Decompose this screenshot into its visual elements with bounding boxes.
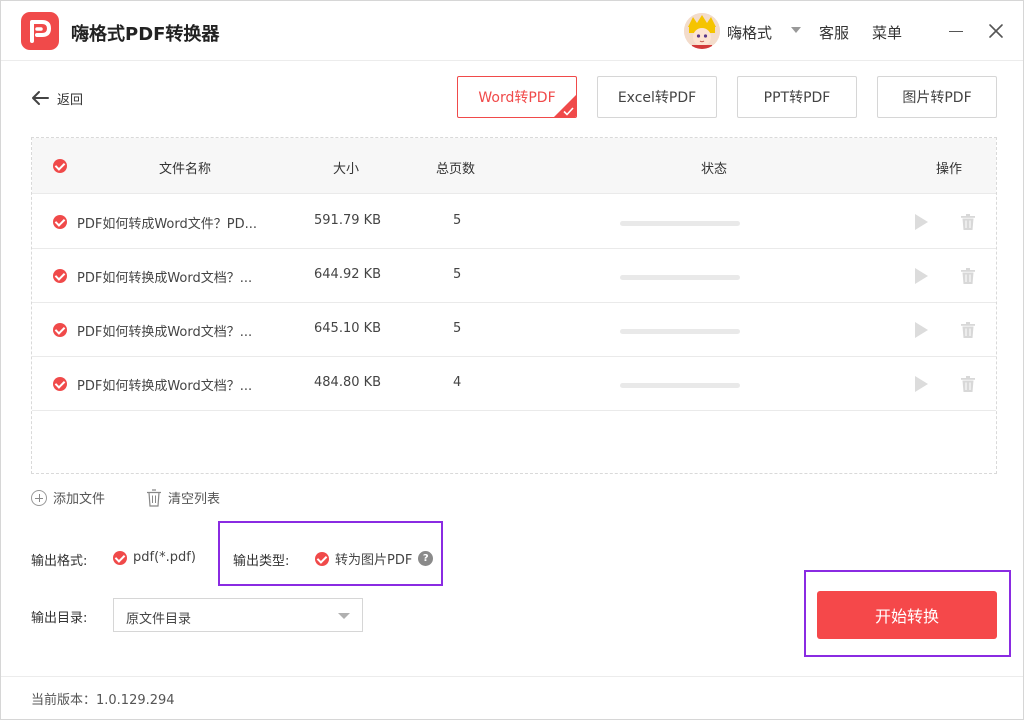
progress-bar [620, 275, 740, 280]
tab-label: PPT转PDF [763, 90, 831, 106]
progress-bar [620, 383, 740, 388]
output-dir-select[interactable]: 原文件目录 [113, 598, 363, 632]
check-icon [563, 107, 574, 116]
header-status: 状态 [701, 162, 728, 177]
table-row: PDF如何转成Word文件？PD... 591.79 KB 5 [32, 195, 996, 249]
plus-circle-icon [31, 489, 47, 506]
title-bar: 嗨格式PDF转换器 嗨格式 客服 菜单 [1, 1, 1023, 61]
clear-list-label: 清空列表 [168, 492, 221, 507]
username[interactable]: 嗨格式 [727, 22, 772, 43]
file-name: PDF如何转成Word文件？PD... [77, 217, 257, 232]
progress-bar [620, 221, 740, 226]
tab-image-to-pdf[interactable]: 图片转PDF [877, 76, 997, 118]
close-icon[interactable] [987, 22, 1005, 40]
output-type-label: 输出类型: [233, 554, 290, 569]
output-type-value: 转为图片PDF [335, 553, 413, 568]
trash-icon[interactable] [961, 322, 975, 338]
play-icon[interactable] [915, 214, 928, 230]
file-table: 文件名称 大小 总页数 状态 操作 PDF如何转成Word文件？PD... 59… [31, 137, 997, 474]
file-pages: 5 [453, 213, 462, 228]
file-size: 591.79 KB [314, 213, 382, 228]
row-checkbox[interactable] [53, 269, 67, 283]
radio-selected-icon [315, 551, 329, 566]
chevron-down-icon [338, 613, 350, 619]
user-avatar[interactable] [684, 13, 720, 49]
tab-label: Word转PDF [478, 90, 556, 106]
select-all-checkbox[interactable] [53, 159, 67, 173]
table-header: 文件名称 大小 总页数 状态 操作 [32, 138, 996, 194]
play-icon[interactable] [915, 322, 928, 338]
clear-list-button[interactable]: 清空列表 [146, 488, 220, 507]
tab-word-to-pdf[interactable]: Word转PDF [457, 76, 577, 118]
radio-selected-icon [113, 550, 127, 565]
arrow-left-icon [32, 91, 49, 105]
add-file-label: 添加文件 [53, 492, 106, 507]
row-checkbox[interactable] [53, 377, 67, 391]
output-format-label: 输出格式: [31, 554, 88, 569]
table-row: PDF如何转换成Word文档？... 484.80 KB 4 [32, 357, 996, 411]
help-icon[interactable]: ? [418, 551, 434, 566]
output-format-option[interactable]: pdf(*.pdf) [113, 550, 196, 565]
file-size: 484.80 KB [314, 375, 382, 390]
customer-service-link[interactable]: 客服 [819, 22, 849, 43]
app-logo-icon [21, 12, 59, 50]
file-name: PDF如何转换成Word文档？... [77, 325, 253, 340]
file-size: 645.10 KB [314, 321, 382, 336]
trash-icon[interactable] [961, 214, 975, 230]
footer: 当前版本：1.0.129.294 [1, 676, 1023, 719]
tab-label: 图片转PDF [902, 90, 972, 106]
row-checkbox[interactable] [53, 323, 67, 337]
back-label: 返回 [57, 92, 84, 108]
menu-link[interactable]: 菜单 [872, 22, 902, 43]
chevron-down-icon[interactable] [791, 27, 801, 33]
minimize-icon[interactable] [949, 31, 963, 32]
header-pages: 总页数 [436, 162, 476, 177]
header-file-name: 文件名称 [159, 162, 212, 177]
tab-ppt-to-pdf[interactable]: PPT转PDF [737, 76, 857, 118]
app-title: 嗨格式PDF转换器 [71, 24, 220, 45]
file-pages: 5 [453, 267, 462, 282]
version-text: 当前版本：1.0.129.294 [31, 693, 175, 708]
file-name: PDF如何转换成Word文档？... [77, 379, 253, 394]
file-pages: 5 [453, 321, 462, 336]
play-icon[interactable] [915, 376, 928, 392]
output-dir-label: 输出目录: [31, 611, 88, 626]
trash-icon[interactable] [961, 268, 975, 284]
app-window: 嗨格式PDF转换器 嗨格式 客服 菜单 返回 Word转PDF Excel转PD… [0, 0, 1024, 720]
file-size: 644.92 KB [314, 267, 382, 282]
file-pages: 4 [453, 375, 462, 390]
play-icon[interactable] [915, 268, 928, 284]
table-row: PDF如何转换成Word文档？... 645.10 KB 5 [32, 303, 996, 357]
tab-excel-to-pdf[interactable]: Excel转PDF [597, 76, 717, 118]
start-convert-button[interactable]: 开始转换 [817, 591, 997, 639]
add-file-button[interactable]: 添加文件 [31, 488, 105, 507]
back-button[interactable]: 返回 [31, 86, 83, 110]
output-dir-value: 原文件目录 [126, 612, 192, 627]
row-checkbox[interactable] [53, 215, 67, 229]
header-actions: 操作 [936, 162, 963, 177]
table-row: PDF如何转换成Word文档？... 644.92 KB 5 [32, 249, 996, 303]
trash-icon[interactable] [961, 376, 975, 392]
tab-label: Excel转PDF [617, 90, 697, 106]
progress-bar [620, 329, 740, 334]
output-type-option[interactable]: 转为图片PDF ? [315, 549, 434, 568]
header-size: 大小 [333, 162, 360, 177]
trash-icon [147, 488, 161, 507]
output-format-value: pdf(*.pdf) [133, 550, 196, 565]
file-name: PDF如何转换成Word文档？... [77, 271, 253, 286]
